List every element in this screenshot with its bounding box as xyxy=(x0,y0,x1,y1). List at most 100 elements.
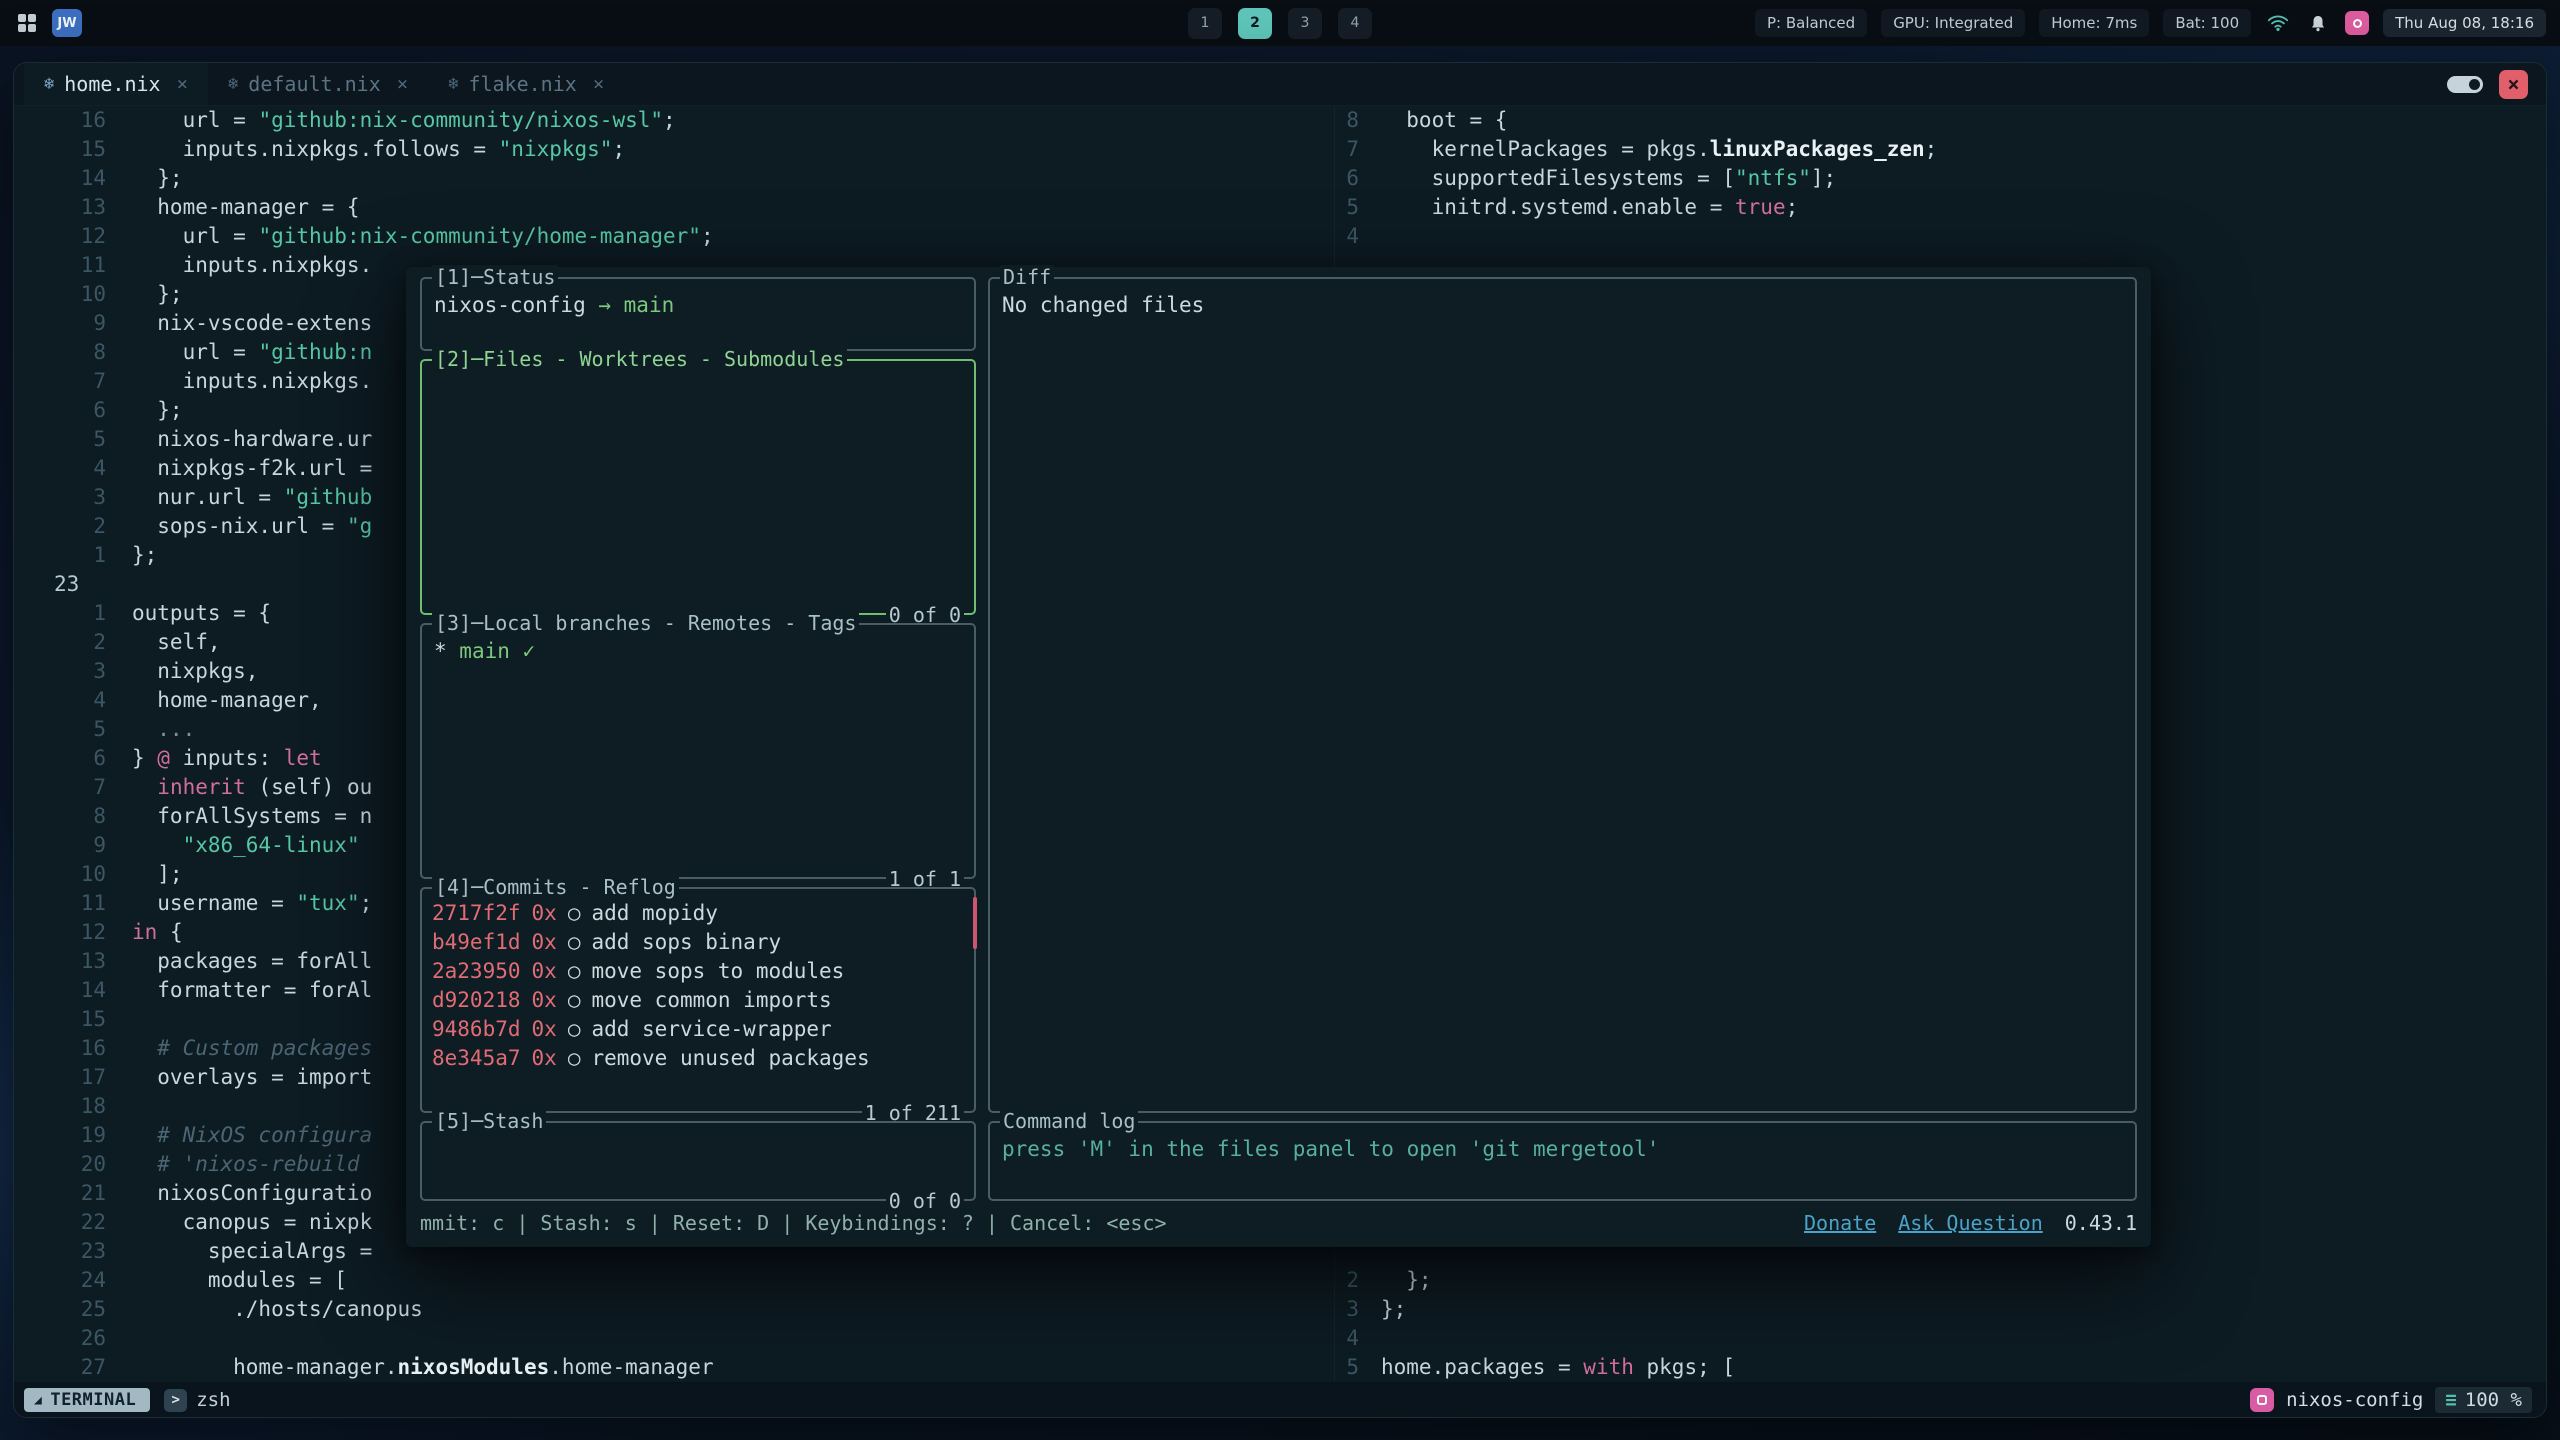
workspace-switcher: 1234 xyxy=(1188,8,1372,39)
line-number: 16 xyxy=(14,106,118,135)
commit-row[interactable]: 8e345a70x○remove unused packages xyxy=(432,1044,964,1073)
code-text: nixosConfiguratio xyxy=(118,1179,372,1208)
terminal-window: ❄home.nix×❄default.nix×❄flake.nix× × 16 … xyxy=(13,62,2547,1418)
workspace-4[interactable]: 4 xyxy=(1338,8,1372,39)
line-number: 9 xyxy=(14,309,118,338)
status-item: Home: 7ms xyxy=(2039,9,2149,37)
line-number: 5 xyxy=(14,715,118,744)
line-number: 1 xyxy=(14,541,118,570)
lazygit-command-log-panel[interactable]: Command log press 'M' in the files panel… xyxy=(988,1121,2137,1201)
line-number: 6 xyxy=(14,744,118,773)
code-text: ./hosts/canopus xyxy=(118,1295,423,1324)
code-text: in { xyxy=(118,918,183,947)
code-text: boot = { xyxy=(1359,106,1507,135)
lazygit-version: 0.43.1 xyxy=(2065,1211,2137,1235)
lazygit-status-panel[interactable]: [1]─Status nixos-config → main xyxy=(420,277,976,351)
logo-badge[interactable]: JW xyxy=(52,9,82,37)
line-number: 2 xyxy=(14,628,118,657)
commit-row[interactable]: 9486b7d0x○add service-wrapper xyxy=(432,1015,964,1044)
commit-author: 0x xyxy=(532,957,557,986)
line-number: 15 xyxy=(14,1005,118,1034)
line-number: 14 xyxy=(14,976,118,1005)
shell-tab[interactable]: > zsh xyxy=(164,1389,230,1412)
commits-panel-title: [4]─Commits - Reflog xyxy=(432,875,679,899)
code-line: 4 xyxy=(1335,1324,2546,1353)
commit-author: 0x xyxy=(532,986,557,1015)
code-text xyxy=(118,1005,132,1034)
status-item: P: Balanced xyxy=(1755,9,1867,37)
commit-row[interactable]: 2717f2f0x○add mopidy xyxy=(432,899,964,928)
code-text xyxy=(118,1324,132,1353)
line-number: 5 xyxy=(1335,193,1359,222)
link-donate[interactable]: Donate xyxy=(1804,1211,1876,1235)
tab-default.nix[interactable]: ❄default.nix× xyxy=(208,63,428,105)
wifi-icon[interactable] xyxy=(2265,10,2291,36)
app-launcher-icon[interactable] xyxy=(14,10,40,36)
code-text: overlays = import xyxy=(118,1063,372,1092)
lazygit-files-panel[interactable]: [2]─Files - Worktrees - Submodules 0 of … xyxy=(420,359,976,615)
code-text: nixpkgs, xyxy=(118,657,258,686)
lazygit-stash-panel[interactable]: [5]─Stash 0 of 0 xyxy=(420,1121,976,1201)
tab-close-icon[interactable]: × xyxy=(593,73,604,95)
clock[interactable]: Thu Aug 08, 18:16 xyxy=(2383,9,2546,37)
topbar-left: JW xyxy=(14,9,1188,37)
code-text xyxy=(118,1092,132,1121)
code-text: ... xyxy=(118,715,195,744)
line-number: 11 xyxy=(14,889,118,918)
lazygit-commits-panel[interactable]: [4]─Commits - Reflog 2717f2f0x○add mopid… xyxy=(420,887,976,1113)
code-text: canopus = nixpk xyxy=(118,1208,372,1237)
line-number: 22 xyxy=(14,1208,118,1237)
session-name: nixos-config xyxy=(2286,1389,2423,1411)
line-number: 13 xyxy=(14,947,118,976)
notifications-icon[interactable] xyxy=(2305,10,2331,36)
code-text xyxy=(1359,222,1381,251)
commit-row[interactable]: 2a239500x○move sops to modules xyxy=(432,957,964,986)
nix-snowflake-icon: ❄ xyxy=(448,74,458,94)
tab-label: home.nix xyxy=(64,72,160,96)
tab-close-icon[interactable]: × xyxy=(177,73,188,95)
workspace-2[interactable]: 2 xyxy=(1238,8,1272,39)
line-number: 25 xyxy=(14,1295,118,1324)
nix-snowflake-icon: ❄ xyxy=(44,74,54,94)
code-text: supportedFilesystems = ["ntfs"]; xyxy=(1359,164,1836,193)
line-number: 15 xyxy=(14,135,118,164)
commit-hash: 8e345a7 xyxy=(432,1044,521,1073)
tab-home.nix[interactable]: ❄ home.nix × xyxy=(24,63,208,105)
commit-hash: 9486b7d xyxy=(432,1015,521,1044)
status-item: Bat: 100 xyxy=(2163,9,2251,37)
tab-flake.nix[interactable]: ❄flake.nix× xyxy=(428,63,624,105)
line-number: 11 xyxy=(14,251,118,280)
code-line: 25 ./hosts/canopus xyxy=(14,1295,1334,1324)
line-number: 2 xyxy=(1335,1266,1359,1295)
workspace-3[interactable]: 3 xyxy=(1288,8,1322,39)
link-ask-question[interactable]: Ask Question xyxy=(1898,1211,2043,1235)
workspace-1[interactable]: 1 xyxy=(1188,8,1222,39)
nix-snowflake-icon: ❄ xyxy=(228,74,238,94)
code-text: forAllSystems = n xyxy=(118,802,372,831)
code-line: 5home.packages = with pkgs; [ xyxy=(1335,1353,2546,1382)
code-text: url = "github:n xyxy=(118,338,372,367)
window-toggle-icon[interactable] xyxy=(2447,76,2483,93)
code-text: username = "tux"; xyxy=(118,889,372,918)
command-log-title: Command log xyxy=(1000,1109,1138,1133)
tab-close-icon[interactable]: × xyxy=(397,73,408,95)
commit-author: 0x xyxy=(532,1044,557,1073)
commit-row[interactable]: d9202180x○move common imports xyxy=(432,986,964,1015)
command-log-content: press 'M' in the files panel to open 'gi… xyxy=(990,1123,2135,1161)
line-number: 3 xyxy=(1335,1295,1359,1324)
code-text: packages = forAll xyxy=(118,947,372,976)
commit-row[interactable]: b49ef1d0x○add sops binary xyxy=(432,928,964,957)
line-number: 8 xyxy=(14,802,118,831)
screen-record-icon[interactable] xyxy=(2345,11,2369,35)
code-text: # Custom packages xyxy=(118,1034,372,1063)
code-text: home-manager = { xyxy=(118,193,360,222)
lazygit-branches-panel[interactable]: [3]─Local branches - Remotes - Tags * ma… xyxy=(420,623,976,879)
commits-scrollbar[interactable] xyxy=(973,897,977,949)
status-bar: ◢ TERMINAL > zsh nixos-config ≡ 100 % xyxy=(14,1382,2546,1418)
list-icon: ≡ xyxy=(2445,1389,2456,1411)
lazygit-diff-panel[interactable]: Diff No changed files xyxy=(988,277,2137,1113)
window-close-button[interactable]: × xyxy=(2499,70,2528,99)
repo-name: nixos-config xyxy=(434,293,598,317)
branch-name: main ✓ xyxy=(459,639,535,663)
code-text: }; xyxy=(118,396,183,425)
